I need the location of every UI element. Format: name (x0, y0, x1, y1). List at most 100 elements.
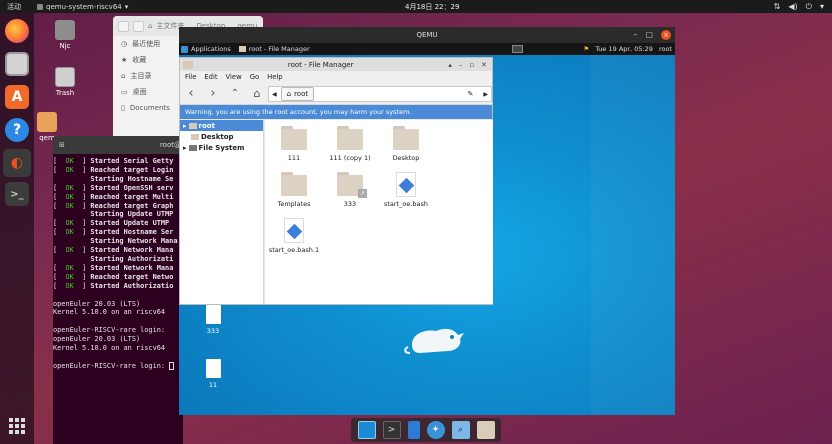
file-item-label: start_oe.bash (383, 200, 429, 208)
expander-icon[interactable]: ▸ (183, 144, 187, 152)
location-bar[interactable]: ◀ ⌂ root ✎ ▶ (268, 86, 492, 102)
file-item-111[interactable]: 111 (268, 126, 320, 162)
show-desktop-icon[interactable] (357, 421, 376, 439)
guest-desktop-icon-333[interactable]: 333 (198, 305, 228, 335)
fm-titlebar: root - File Manager ▴ – ▫ ✕ (180, 58, 492, 71)
maximize-button[interactable]: ▢ (645, 30, 653, 40)
terminal-line: [ OK ] Started Network Mana (53, 246, 174, 255)
workspace-switcher[interactable] (512, 45, 523, 53)
sidebar-item-desktop[interactable]: ▭ 桌面 (113, 84, 181, 100)
desktop-icon-label: Trash (55, 89, 75, 97)
file-item-start-oe-bash-1[interactable]: start_oe.bash.1 (268, 218, 320, 254)
tree-item-root[interactable]: ▸ root (180, 120, 263, 131)
close-button[interactable]: ✕ (481, 61, 487, 69)
tree-item-label: Desktop (201, 132, 234, 141)
minimize-button[interactable]: – (459, 61, 463, 69)
applications-icon (181, 45, 188, 53)
tree-item-desktop[interactable]: Desktop (180, 131, 263, 142)
back-icon[interactable]: ‹ (185, 87, 197, 100)
sidebar-item-recent[interactable]: ◷ 最近使用 (113, 36, 181, 52)
close-button[interactable]: × (661, 30, 671, 40)
maximize-button[interactable]: ▫ (469, 61, 474, 69)
clock[interactable]: 4月18日 22：29 (405, 2, 459, 12)
sidebar-item-label: 主目录 (130, 72, 152, 80)
file-item-333[interactable]: ↗ 333 (324, 172, 376, 208)
terminal-line: Kernel 5.10.0 on an riscv64 (53, 344, 166, 353)
file-item-desktop[interactable]: Desktop (380, 126, 432, 162)
firefox-icon[interactable] (5, 19, 29, 43)
taskbar-label: root - File Manager (248, 45, 310, 53)
panel-clock[interactable]: Tue 19 Apr, 05:29 (595, 45, 653, 53)
file-item-label: Templates (277, 200, 311, 208)
sidebar-item-label: 收藏 (132, 56, 147, 64)
archive-icon (37, 112, 57, 132)
software-icon[interactable]: A (5, 85, 29, 109)
file-item-label: Desktop (392, 154, 420, 162)
up-icon[interactable]: ⌃ (229, 87, 241, 100)
file-manager-icon[interactable] (407, 421, 420, 439)
desktop-icon-trash[interactable]: Trash (45, 67, 85, 97)
new-tab-icon[interactable]: ⊞ (59, 141, 65, 149)
help-icon[interactable]: ? (5, 118, 29, 142)
expander-icon[interactable]: ▸ (183, 122, 187, 130)
file-item-label: start_oe.bash.1 (268, 246, 320, 254)
activities-button[interactable]: 活动 (7, 2, 21, 12)
applications-menu[interactable]: Applications (179, 45, 231, 53)
system-tray[interactable]: ⇅ ◀) ⏻ ▾ (774, 2, 824, 12)
terminal-window[interactable]: ⊞ root@ [ OK ] Started Serial Getty[ OK … (53, 136, 183, 444)
file-item-start-oe-bash[interactable]: start_oe.bash (380, 172, 432, 208)
desktop-icon: ▭ (121, 88, 128, 96)
app-finder-icon[interactable]: ⌕ (451, 421, 470, 439)
home-icon[interactable]: ⌂ (251, 87, 263, 100)
sidebar-item-documents[interactable]: ▯ Documents (113, 100, 181, 116)
files-icon[interactable] (5, 52, 29, 76)
terminal-line: [ OK ] Started Hostname Ser (53, 228, 174, 237)
home-icon: ⌂ (286, 90, 292, 98)
file-item-111-copy-1[interactable]: 111 (copy 1) (324, 126, 376, 162)
folder-icon[interactable] (476, 421, 495, 439)
menu-view[interactable]: View (226, 73, 242, 81)
volume-icon: ◀) (788, 1, 798, 11)
root-warning-bar: Warning, you are using the root account,… (180, 105, 492, 119)
terminal-header: ⊞ root@ (53, 136, 183, 154)
edit-path-icon[interactable]: ✎ (468, 90, 474, 98)
guest-desktop-icon-11[interactable]: 11 (198, 359, 228, 389)
terminal-icon[interactable]: >_ (5, 182, 29, 206)
folder-link-icon: ↗ (337, 172, 367, 198)
path-crumb-root[interactable]: ⌂ root (280, 87, 315, 101)
back-button[interactable] (118, 20, 129, 32)
sidebar-item-home[interactable]: ⌂ 主目录 (113, 68, 181, 84)
minimize-button[interactable]: – (633, 30, 637, 40)
taskbar-file-manager[interactable]: root - File Manager (238, 45, 310, 53)
notification-icon[interactable]: ⚑ (584, 45, 590, 53)
path-left-arrow-icon[interactable]: ◀ (272, 91, 277, 98)
shade-button[interactable]: ▴ (448, 61, 452, 69)
desktop-icon-njc[interactable]: Njc (45, 20, 85, 50)
file-item-templates[interactable]: Templates (268, 172, 320, 208)
menu-help[interactable]: Help (267, 73, 283, 81)
panel-user[interactable]: root (659, 45, 672, 53)
icon-label: 11 (208, 381, 218, 389)
terminal-line: Kernel 5.10.0 on an riscv64 (53, 308, 166, 317)
app-menu[interactable]: qemu-system-riscv64 ▾ (37, 3, 128, 11)
terminal-line: [ OK ] Started Update UTMP (53, 219, 170, 228)
apps-grid-icon[interactable] (9, 418, 25, 434)
tree-item-filesystem[interactable]: ▸ File System (180, 142, 263, 153)
home-icon: ⌂ (148, 22, 153, 30)
app-icon[interactable]: ◐ (3, 149, 31, 177)
file-manager-window[interactable]: root - File Manager ▴ – ▫ ✕ File Edit Vi… (179, 57, 493, 305)
window-menu-icon[interactable] (183, 60, 193, 69)
forward-icon[interactable]: › (207, 87, 219, 100)
menu-go[interactable]: Go (250, 73, 259, 81)
menu-file[interactable]: File (185, 73, 196, 81)
terminal-icon[interactable]: > (382, 421, 401, 439)
sidebar-item-starred[interactable]: ★ 收藏 (113, 52, 181, 68)
menu-edit[interactable]: Edit (204, 73, 217, 81)
terminal-output[interactable]: [ OK ] Started Serial Getty[ OK ] Reache… (53, 154, 183, 371)
web-browser-icon[interactable]: ✦ (426, 421, 445, 439)
path-right-arrow-icon[interactable]: ▶ (483, 91, 488, 98)
desktop-icon-label: Njc (59, 42, 71, 50)
menu-icon: ▾ (819, 1, 824, 11)
forward-button[interactable] (133, 20, 144, 32)
